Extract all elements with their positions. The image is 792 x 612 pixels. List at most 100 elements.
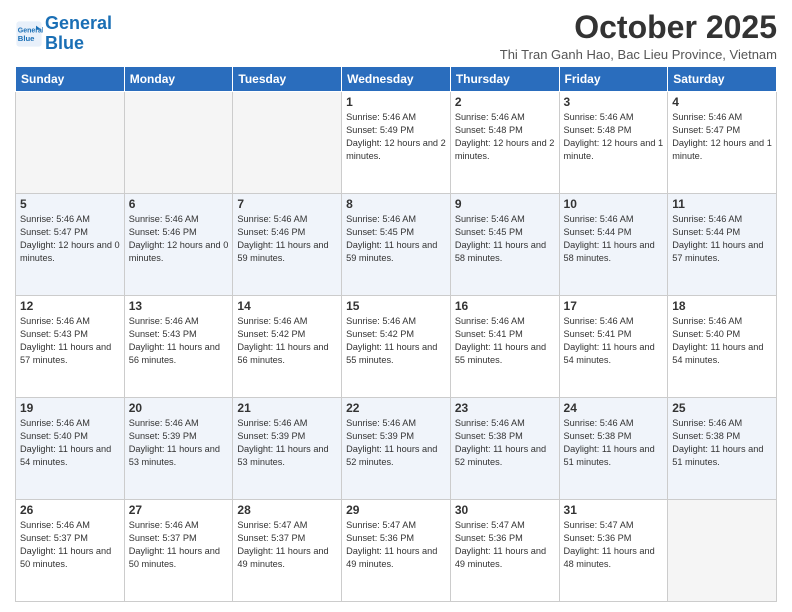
- calendar-week-row: 5Sunrise: 5:46 AM Sunset: 5:47 PM Daylig…: [16, 194, 777, 296]
- day-number: 9: [455, 197, 555, 211]
- day-number: 28: [237, 503, 337, 517]
- day-info: Sunrise: 5:46 AM Sunset: 5:49 PM Dayligh…: [346, 111, 446, 163]
- table-row: [233, 92, 342, 194]
- day-number: 15: [346, 299, 446, 313]
- day-info: Sunrise: 5:46 AM Sunset: 5:44 PM Dayligh…: [672, 213, 772, 265]
- table-row: 28 Sunrise: 5:47 AM Sunset: 5:37 PM Dayli…: [233, 500, 342, 602]
- table-row: 15 Sunrise: 5:46 AM Sunset: 5:42 PM Dayli…: [342, 296, 451, 398]
- day-info: Sunrise: 5:46 AM Sunset: 5:41 PM Dayligh…: [564, 315, 664, 367]
- table-row: 10 Sunrise: 5:46 AM Sunset: 5:44 PM Dayli…: [559, 194, 668, 296]
- table-row: 1Sunrise: 5:46 AM Sunset: 5:49 PM Daylig…: [342, 92, 451, 194]
- table-row: 27Sunrise: 5:46 AM Sunset: 5:37 PM Dayli…: [124, 500, 233, 602]
- table-row: 7 Sunrise: 5:46 AM Sunset: 5:46 PM Daylig…: [233, 194, 342, 296]
- day-number: 31: [564, 503, 664, 517]
- table-row: 29 Sunrise: 5:47 AM Sunset: 5:36 PM Dayli…: [342, 500, 451, 602]
- table-row: 12 Sunrise: 5:46 AM Sunset: 5:43 PM Dayli…: [16, 296, 125, 398]
- day-info: Sunrise: 5:46 AM Sunset: 5:42 PM Dayligh…: [237, 315, 337, 367]
- table-row: 14 Sunrise: 5:46 AM Sunset: 5:42 PM Dayli…: [233, 296, 342, 398]
- table-row: 13 Sunrise: 5:46 AM Sunset: 5:43 PM Dayli…: [124, 296, 233, 398]
- day-number: 20: [129, 401, 229, 415]
- day-info: Sunrise: 5:47 AM Sunset: 5:36 PM Dayligh…: [346, 519, 446, 571]
- day-info: Sunrise: 5:47 AM Sunset: 5:36 PM Dayligh…: [564, 519, 664, 571]
- table-row: 25 Sunrise: 5:46 AM Sunset: 5:38 PM Dayli…: [668, 398, 777, 500]
- header-thursday: Thursday: [450, 67, 559, 92]
- table-row: 8 Sunrise: 5:46 AM Sunset: 5:45 PM Daylig…: [342, 194, 451, 296]
- day-number: 4: [672, 95, 772, 109]
- table-row: 3 Sunrise: 5:46 AM Sunset: 5:48 PM Daylig…: [559, 92, 668, 194]
- table-row: 24 Sunrise: 5:46 AM Sunset: 5:38 PM Dayli…: [559, 398, 668, 500]
- day-number: 13: [129, 299, 229, 313]
- day-number: 23: [455, 401, 555, 415]
- day-number: 30: [455, 503, 555, 517]
- day-number: 7: [237, 197, 337, 211]
- day-info: Sunrise: 5:46 AM Sunset: 5:46 PM Dayligh…: [129, 213, 229, 265]
- day-info: Sunrise: 5:46 AM Sunset: 5:40 PM Dayligh…: [20, 417, 120, 469]
- logo-text: General Blue: [45, 14, 112, 54]
- header-sunday: Sunday: [16, 67, 125, 92]
- day-info: Sunrise: 5:46 AM Sunset: 5:42 PM Dayligh…: [346, 315, 446, 367]
- header-monday: Monday: [124, 67, 233, 92]
- day-number: 19: [20, 401, 120, 415]
- table-row: 16Sunrise: 5:46 AM Sunset: 5:41 PM Dayli…: [450, 296, 559, 398]
- table-row: 23 Sunrise: 5:46 AM Sunset: 5:38 PM Dayli…: [450, 398, 559, 500]
- table-row: 17Sunrise: 5:46 AM Sunset: 5:41 PM Dayli…: [559, 296, 668, 398]
- calendar-week-row: 26Sunrise: 5:46 AM Sunset: 5:37 PM Dayli…: [16, 500, 777, 602]
- calendar-week-row: 1Sunrise: 5:46 AM Sunset: 5:49 PM Daylig…: [16, 92, 777, 194]
- svg-text:Blue: Blue: [18, 34, 35, 43]
- table-row: 21Sunrise: 5:46 AM Sunset: 5:39 PM Dayli…: [233, 398, 342, 500]
- day-info: Sunrise: 5:46 AM Sunset: 5:47 PM Dayligh…: [672, 111, 772, 163]
- day-info: Sunrise: 5:46 AM Sunset: 5:40 PM Dayligh…: [672, 315, 772, 367]
- page: General Blue General Blue October 2025 T…: [0, 0, 792, 612]
- day-number: 29: [346, 503, 446, 517]
- day-number: 3: [564, 95, 664, 109]
- day-info: Sunrise: 5:46 AM Sunset: 5:45 PM Dayligh…: [346, 213, 446, 265]
- day-info: Sunrise: 5:46 AM Sunset: 5:43 PM Dayligh…: [129, 315, 229, 367]
- header: General Blue General Blue October 2025 T…: [15, 10, 777, 62]
- table-row: 9 Sunrise: 5:46 AM Sunset: 5:45 PM Daylig…: [450, 194, 559, 296]
- table-row: 20 Sunrise: 5:46 AM Sunset: 5:39 PM Dayli…: [124, 398, 233, 500]
- day-number: 22: [346, 401, 446, 415]
- day-info: Sunrise: 5:47 AM Sunset: 5:37 PM Dayligh…: [237, 519, 337, 571]
- day-info: Sunrise: 5:46 AM Sunset: 5:45 PM Dayligh…: [455, 213, 555, 265]
- day-info: Sunrise: 5:46 AM Sunset: 5:39 PM Dayligh…: [129, 417, 229, 469]
- header-tuesday: Tuesday: [233, 67, 342, 92]
- day-number: 16: [455, 299, 555, 313]
- day-info: Sunrise: 5:46 AM Sunset: 5:38 PM Dayligh…: [672, 417, 772, 469]
- header-friday: Friday: [559, 67, 668, 92]
- table-row: [668, 500, 777, 602]
- table-row: 2Sunrise: 5:46 AM Sunset: 5:48 PM Daylig…: [450, 92, 559, 194]
- calendar-header-row: Sunday Monday Tuesday Wednesday Thursday…: [16, 67, 777, 92]
- day-number: 24: [564, 401, 664, 415]
- header-saturday: Saturday: [668, 67, 777, 92]
- table-row: 11Sunrise: 5:46 AM Sunset: 5:44 PM Dayli…: [668, 194, 777, 296]
- day-info: Sunrise: 5:46 AM Sunset: 5:38 PM Dayligh…: [564, 417, 664, 469]
- day-number: 2: [455, 95, 555, 109]
- day-info: Sunrise: 5:46 AM Sunset: 5:37 PM Dayligh…: [129, 519, 229, 571]
- table-row: 31 Sunrise: 5:47 AM Sunset: 5:36 PM Dayli…: [559, 500, 668, 602]
- table-row: 26Sunrise: 5:46 AM Sunset: 5:37 PM Dayli…: [16, 500, 125, 602]
- day-number: 18: [672, 299, 772, 313]
- day-info: Sunrise: 5:46 AM Sunset: 5:43 PM Dayligh…: [20, 315, 120, 367]
- calendar-week-row: 12 Sunrise: 5:46 AM Sunset: 5:43 PM Dayli…: [16, 296, 777, 398]
- day-info: Sunrise: 5:46 AM Sunset: 5:46 PM Dayligh…: [237, 213, 337, 265]
- day-number: 14: [237, 299, 337, 313]
- title-section: October 2025 Thi Tran Ganh Hao, Bac Lieu…: [112, 10, 777, 62]
- day-number: 25: [672, 401, 772, 415]
- day-info: Sunrise: 5:47 AM Sunset: 5:36 PM Dayligh…: [455, 519, 555, 571]
- day-info: Sunrise: 5:46 AM Sunset: 5:48 PM Dayligh…: [564, 111, 664, 163]
- day-info: Sunrise: 5:46 AM Sunset: 5:38 PM Dayligh…: [455, 417, 555, 469]
- day-info: Sunrise: 5:46 AM Sunset: 5:37 PM Dayligh…: [20, 519, 120, 571]
- logo-icon: General Blue: [15, 20, 43, 48]
- table-row: 5Sunrise: 5:46 AM Sunset: 5:47 PM Daylig…: [16, 194, 125, 296]
- day-info: Sunrise: 5:46 AM Sunset: 5:39 PM Dayligh…: [237, 417, 337, 469]
- day-number: 8: [346, 197, 446, 211]
- day-info: Sunrise: 5:46 AM Sunset: 5:44 PM Dayligh…: [564, 213, 664, 265]
- day-number: 10: [564, 197, 664, 211]
- day-number: 12: [20, 299, 120, 313]
- day-number: 6: [129, 197, 229, 211]
- table-row: 30 Sunrise: 5:47 AM Sunset: 5:36 PM Dayli…: [450, 500, 559, 602]
- table-row: 19 Sunrise: 5:46 AM Sunset: 5:40 PM Dayli…: [16, 398, 125, 500]
- table-row: 18 Sunrise: 5:46 AM Sunset: 5:40 PM Dayli…: [668, 296, 777, 398]
- day-info: Sunrise: 5:46 AM Sunset: 5:39 PM Dayligh…: [346, 417, 446, 469]
- calendar-week-row: 19 Sunrise: 5:46 AM Sunset: 5:40 PM Dayli…: [16, 398, 777, 500]
